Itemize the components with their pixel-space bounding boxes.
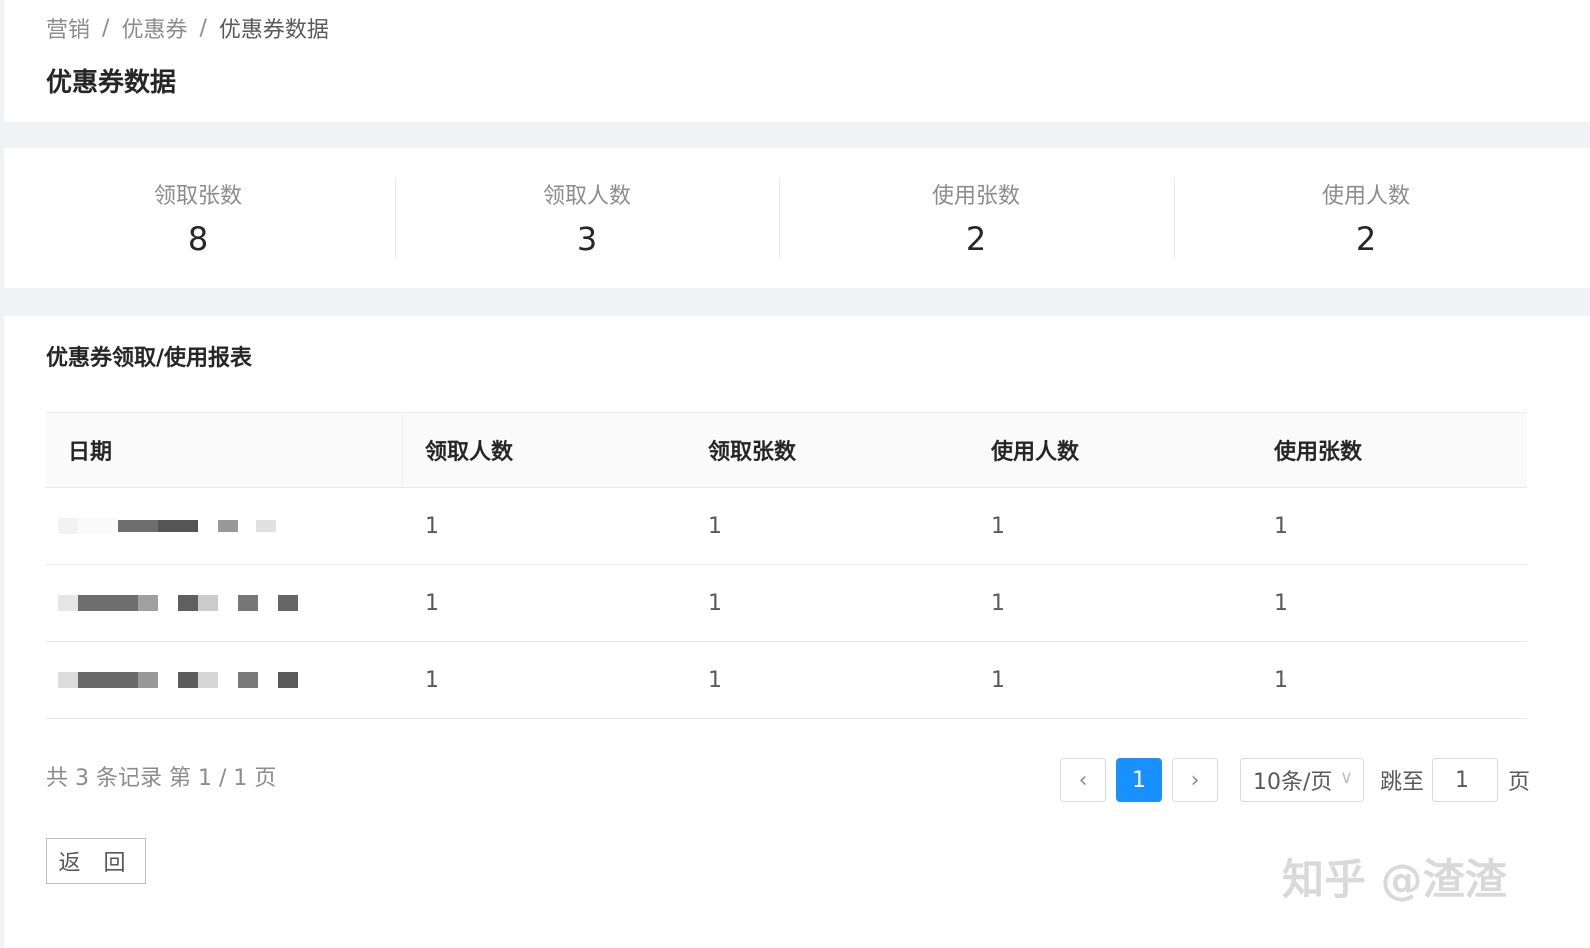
page-number-button[interactable]: 1 [1116, 758, 1162, 802]
column-header-used-count: 使用张数 [1274, 440, 1363, 465]
stat-label: 领取张数 [153, 184, 242, 209]
cell-used-count: 1 [1274, 667, 1288, 693]
column-header-date: 日期 [46, 413, 403, 487]
stat-claimed-count: 领取张数 8 [48, 178, 348, 258]
back-button[interactable]: 返 回 [46, 838, 146, 884]
breadcrumb-separator: / [102, 15, 110, 41]
cell-used-users: 1 [991, 667, 1005, 693]
cell-claimed-count: 1 [708, 513, 722, 539]
breadcrumb-item-marketing[interactable]: 营销 [46, 12, 90, 44]
cell-used-users: 1 [991, 513, 1005, 539]
cell-claimed-users: 1 [425, 513, 439, 539]
page-size-value: 10条/页 [1253, 770, 1333, 795]
table-row: 1 1 1 1 [46, 565, 1527, 642]
breadcrumb: 营销 / 优惠券 / 优惠券数据 [46, 12, 329, 44]
table-row: 1 1 1 1 [46, 488, 1527, 565]
column-header-used-users: 使用人数 [991, 440, 1080, 465]
report-table: 日期 领取人数 领取张数 使用人数 使用张数 1 1 1 1 1 1 1 1 1… [46, 412, 1527, 719]
report-panel: 优惠券领取/使用报表 日期 领取人数 领取张数 使用人数 使用张数 1 1 1 … [4, 316, 1590, 948]
cell-claimed-count: 1 [708, 667, 722, 693]
jump-label: 跳至 [1380, 770, 1425, 795]
date-cell-redacted [46, 506, 403, 546]
page-suffix-label: 页 [1508, 770, 1531, 795]
stat-label: 领取人数 [542, 184, 631, 209]
pagination: ‹ 1 › 10条/页 ∨ 跳至 1 页 [1060, 758, 1530, 802]
page-header: 营销 / 优惠券 / 优惠券数据 优惠券数据 [4, 0, 1590, 122]
record-summary: 共 3 条记录 第 1 / 1 页 [46, 766, 277, 791]
stat-used-count: 使用张数 2 [826, 178, 1126, 258]
table-header: 日期 领取人数 领取张数 使用人数 使用张数 [46, 412, 1527, 488]
watermark: 知乎 @渣渣 [1282, 855, 1507, 904]
date-cell-redacted [46, 660, 403, 700]
date-cell-redacted [46, 583, 403, 623]
stat-value: 3 [576, 220, 598, 258]
divider [1174, 178, 1175, 258]
cell-used-count: 1 [1274, 590, 1288, 616]
stat-claimed-users: 领取人数 3 [437, 178, 737, 258]
stat-value: 2 [965, 220, 987, 258]
cell-claimed-users: 1 [425, 667, 439, 693]
page-size-select[interactable]: 10条/页 ∨ [1240, 758, 1364, 802]
breadcrumb-item-current: 优惠券数据 [218, 18, 329, 43]
column-header-claimed-count: 领取张数 [708, 440, 797, 465]
column-header-claimed-users: 领取人数 [425, 440, 514, 465]
chevron-down-icon: ∨ [1339, 767, 1353, 788]
table-row: 1 1 1 1 [46, 642, 1527, 719]
cell-claimed-users: 1 [425, 590, 439, 616]
jump-page-input[interactable]: 1 [1432, 758, 1499, 802]
prev-page-button[interactable]: ‹ [1060, 758, 1106, 802]
stat-label: 使用人数 [1321, 184, 1410, 209]
stat-value: 2 [1355, 220, 1377, 258]
stat-value: 8 [187, 220, 209, 258]
next-page-button[interactable]: › [1172, 758, 1218, 802]
report-title: 优惠券领取/使用报表 [46, 346, 253, 371]
divider [779, 178, 780, 258]
divider [395, 178, 396, 258]
stat-label: 使用张数 [931, 184, 1020, 209]
cell-claimed-count: 1 [708, 590, 722, 616]
breadcrumb-item-coupons[interactable]: 优惠券 [121, 12, 187, 44]
redacted-date [58, 583, 403, 623]
cell-used-users: 1 [991, 590, 1005, 616]
chevron-right-icon: › [1190, 767, 1200, 793]
stat-used-users: 使用人数 2 [1216, 178, 1516, 258]
cell-used-count: 1 [1274, 513, 1288, 539]
page-title: 优惠券数据 [46, 68, 177, 98]
breadcrumb-separator: / [199, 15, 207, 41]
redacted-date [58, 506, 403, 546]
stats-panel: 领取张数 8 领取人数 3 使用张数 2 使用人数 2 [4, 148, 1590, 288]
chevron-left-icon: ‹ [1078, 767, 1088, 793]
redacted-date [58, 660, 403, 700]
